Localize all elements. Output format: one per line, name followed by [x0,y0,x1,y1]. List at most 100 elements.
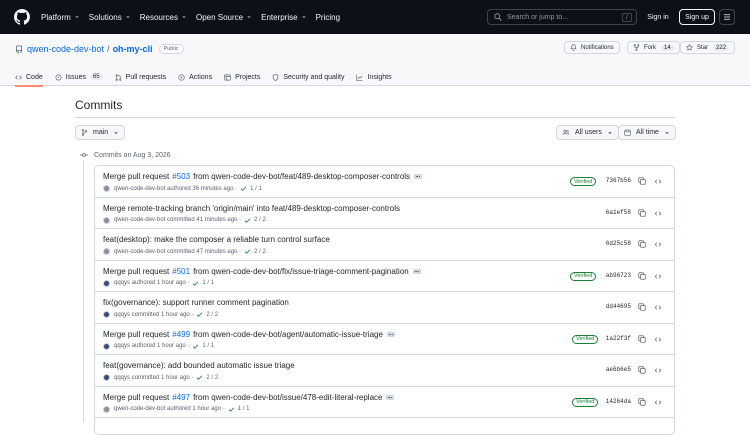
notifications-button[interactable]: Notifications [564,41,620,54]
verified-badge[interactable]: Verified [570,177,597,186]
commit-author[interactable]: qwen-code-dev-bot [114,406,165,412]
avatar[interactable] [103,405,110,413]
browse-code-icon[interactable] [654,336,662,343]
sign-in-link[interactable]: Sign in [643,9,673,25]
commit-message[interactable]: fix(governance): support runner comment … [103,298,289,307]
menu-button[interactable] [719,9,735,25]
commit-message-branch[interactable]: from qwen-code-dev-bot/fix/issue-triage-… [193,267,409,276]
commit-author[interactable]: qwen-code-dev-bot [114,249,165,255]
copy-icon[interactable] [638,397,646,406]
commit-sha-link[interactable]: 14264da [601,398,631,405]
star-button[interactable]: Star 222 [680,41,736,54]
verified-badge[interactable]: Verified [572,334,599,344]
browse-code-icon[interactable] [654,178,662,185]
nav-item-solutions[interactable]: Solutions [89,13,131,22]
copy-icon[interactable] [638,177,646,185]
pull-request-link[interactable]: #503 [172,172,190,181]
repository-owner-link[interactable]: qwen-code-dev-bot [27,44,104,54]
commit-title[interactable]: fix(governance): support runner comment … [103,298,289,307]
commit-title[interactable]: Merge pull request #501 from qwen-code-dev… [103,267,421,276]
commit-sha-link[interactable]: 1a22f3f [601,335,631,342]
search-input[interactable]: Search or jump to... / [487,9,637,25]
avatar[interactable] [103,342,110,350]
commit-message-branch[interactable]: from qwen-code-dev-bot/issue/478-edit-li… [193,393,382,402]
nav-item-resources[interactable]: Resources [140,13,187,22]
expand-message-button[interactable] [386,394,395,400]
commit-message-branch[interactable]: from qwen-code-dev-bot/agent/automatic-i… [193,330,383,339]
nav-item-open-source[interactable]: Open Source [196,13,252,22]
github-logo-icon[interactable] [14,9,30,25]
branch-selector[interactable]: main [75,125,126,140]
pull-request-link[interactable]: #497 [172,393,190,402]
pull-request-link[interactable]: #499 [172,330,190,339]
nav-item-enterprise[interactable]: Enterprise [261,13,306,22]
copy-icon[interactable] [638,366,646,374]
tab-pull-requests[interactable]: Pull requests [115,68,166,86]
commit-title[interactable]: feat(desktop): make the composer a relia… [103,235,330,244]
commit-title[interactable]: Merge pull request #503 from qwen-code-dev… [103,172,423,181]
browse-code-icon[interactable] [654,304,662,311]
sign-up-button[interactable]: Sign up [679,9,715,25]
copy-icon[interactable] [638,271,646,280]
commit-author[interactable]: qwen-code-dev-bot [114,186,165,192]
repository-name-link[interactable]: oh-my-cli [113,44,153,54]
browse-code-icon[interactable] [654,367,662,374]
browse-code-icon[interactable] [654,273,662,280]
tab-insights[interactable]: Insights [356,68,392,86]
tab-issues[interactable]: Issues 65 [55,68,103,86]
copy-icon[interactable] [638,303,646,311]
avatar[interactable] [103,374,110,381]
commit-author[interactable]: qqqys [114,343,130,349]
copy-icon[interactable] [638,240,646,248]
check-icon[interactable] [228,406,235,413]
commit-title[interactable]: Merge remote-tracking branch 'origin/mai… [103,204,400,213]
expand-message-button[interactable] [386,331,395,337]
commit-message[interactable]: feat(governance): add bounded automatic … [103,361,295,370]
check-icon[interactable] [196,311,203,318]
tab-actions[interactable]: Actions [178,68,212,86]
verified-badge[interactable]: Verified [572,397,599,407]
commit-message[interactable]: Merge remote-tracking branch 'origin/mai… [103,204,400,213]
browse-code-icon[interactable] [654,210,662,217]
verified-badge[interactable]: Verified [570,271,597,281]
copy-icon[interactable] [638,208,646,217]
avatar[interactable] [103,279,110,287]
browse-code-icon[interactable] [654,399,662,406]
avatar[interactable] [103,216,110,224]
copy-icon[interactable] [638,334,646,343]
nav-item-pricing[interactable]: Pricing [316,13,340,22]
commit-message-branch[interactable]: from qwen-code-dev-bot/feat/489-desktop-… [193,172,410,181]
expand-message-button[interactable] [412,268,421,274]
commit-author[interactable]: qwen-code-dev-bot [114,217,165,223]
check-icon[interactable] [244,248,251,255]
browse-code-icon[interactable] [654,241,662,248]
check-icon[interactable] [192,343,199,350]
commit-title[interactable]: Merge pull request #499 from qwen-code-dev… [103,330,395,339]
check-icon[interactable] [196,374,203,381]
time-filter[interactable]: All time [618,125,676,140]
commit-sha-link[interactable]: ae6b6e5 [601,366,631,373]
commit-sha-link[interactable]: ab96723 [601,272,631,279]
commit-title[interactable]: Merge pull request #497 from qwen-code-dev… [103,393,395,402]
commit-sha-link[interactable]: 7367b56 [601,177,631,184]
check-icon[interactable] [240,185,247,192]
check-icon[interactable] [244,217,251,224]
commit-author[interactable]: qqqys [114,375,130,381]
commit-sha-link[interactable]: 6d25c58 [601,240,631,247]
commit-message[interactable]: Merge pull request [103,330,169,339]
commit-message[interactable]: Merge pull request [103,393,169,402]
expand-message-button[interactable] [414,174,423,179]
nav-item-platform[interactable]: Platform [41,13,80,22]
commit-sha-link[interactable]: dd44695 [601,303,631,310]
tab-security-and-quality[interactable]: Security and quality [272,68,344,86]
commit-author[interactable]: qqqys [114,280,130,286]
avatar[interactable] [103,185,110,192]
commit-sha-link[interactable]: 6a1ef58 [601,209,631,216]
fork-button[interactable]: Fork 14 [627,41,680,54]
avatar[interactable] [103,248,110,255]
commit-author[interactable]: qqqys [114,312,130,318]
tab-projects[interactable]: Projects [224,68,260,86]
commit-message[interactable]: feat(desktop): make the composer a relia… [103,235,330,244]
pull-request-link[interactable]: #501 [172,267,190,276]
commit-message[interactable]: Merge pull request [103,267,169,276]
